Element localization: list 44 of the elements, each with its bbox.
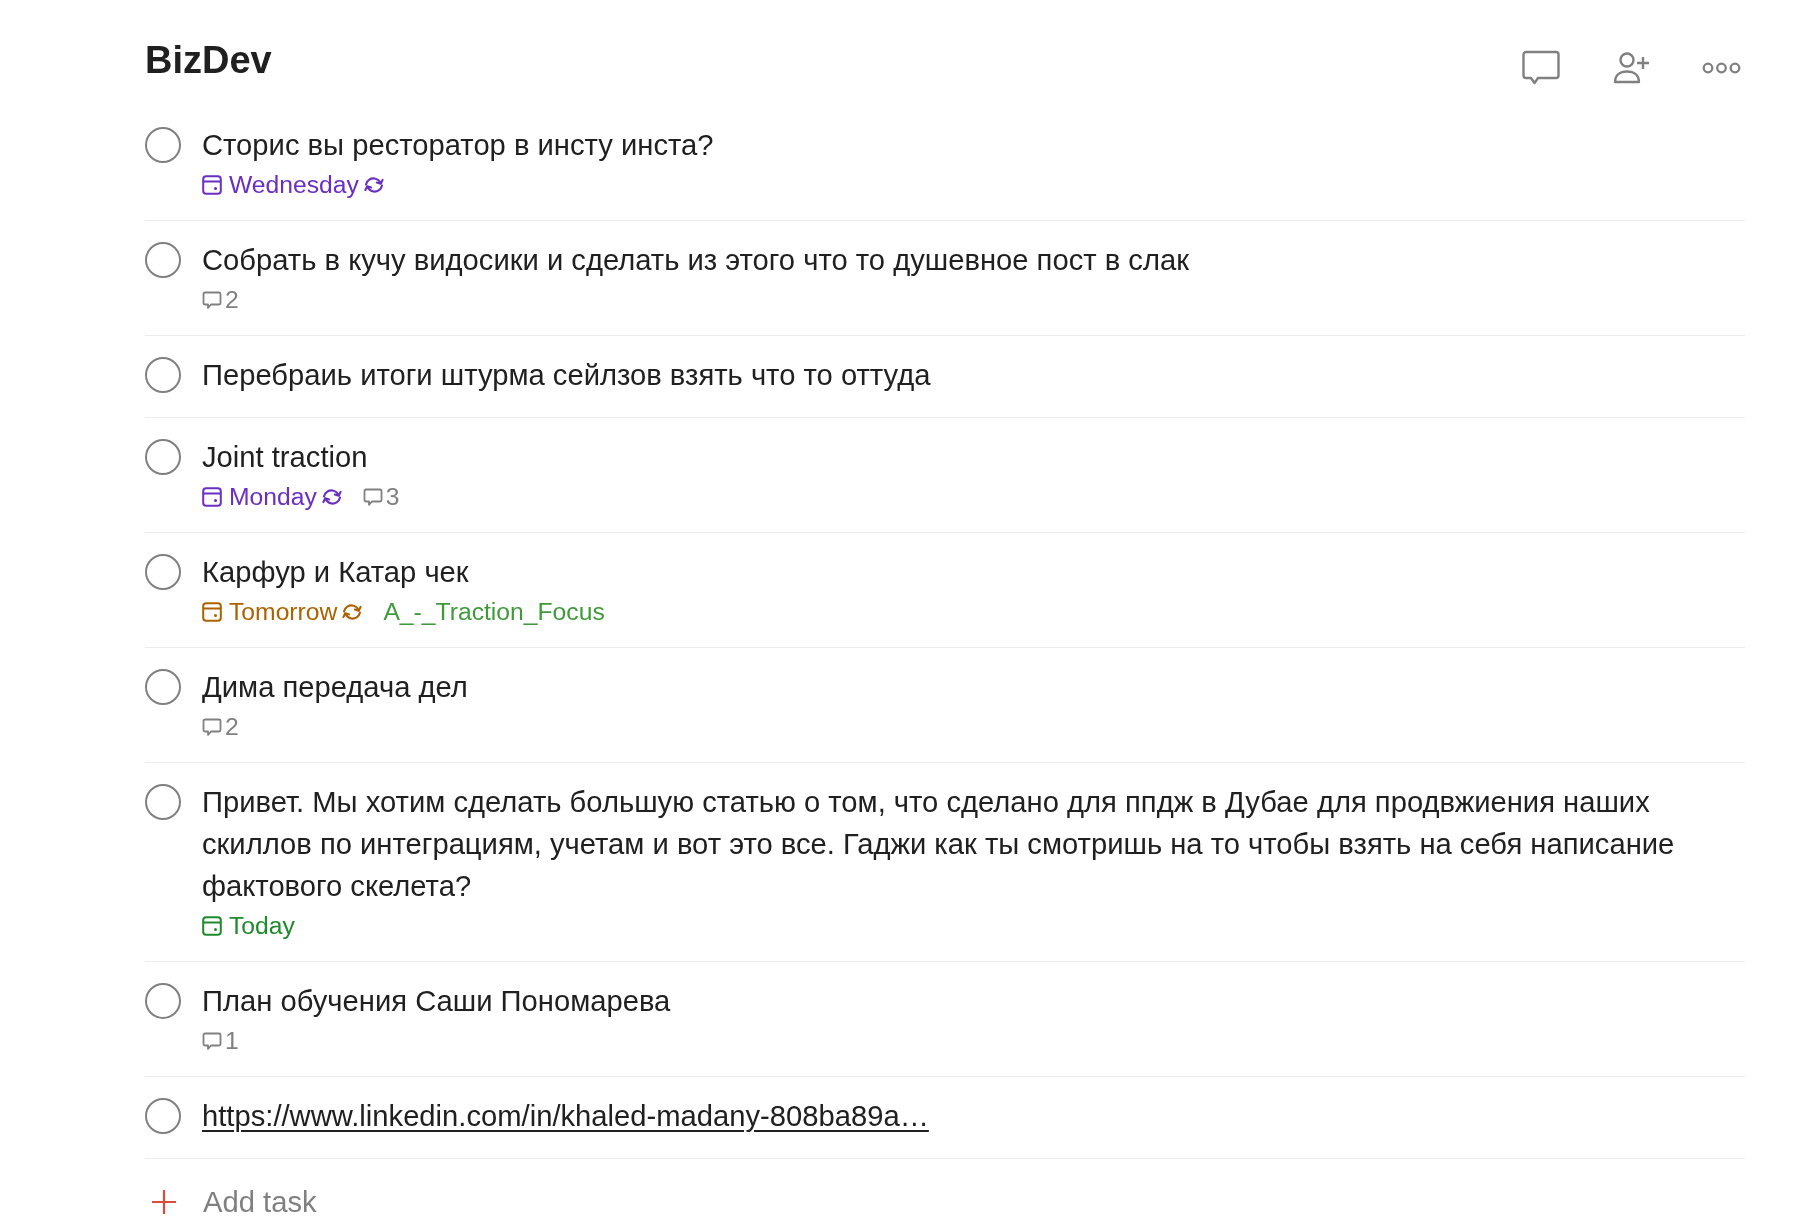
task-label[interactable]: A_-_Traction_Focus [383, 598, 605, 626]
speech-bubble-icon [202, 1031, 222, 1051]
speech-bubble-icon [202, 717, 222, 737]
task-title: Joint traction [202, 440, 369, 475]
comment-count: 2 [225, 713, 239, 741]
comment-count: 2 [225, 286, 239, 314]
more-button[interactable] [1702, 62, 1741, 74]
add-task-button[interactable]: Add task [145, 1159, 317, 1232]
calendar-icon [202, 916, 222, 936]
task-title: Перебраиь итоги штурма сейлзов взять что то оттуда [202, 358, 932, 393]
task-title: Сторис вы ресторатор в инсту инста? [202, 128, 715, 163]
task-link[interactable]: https://www.linkedin.com/in/khaled-madany-808ba89a… [202, 1095, 929, 1137]
plus-icon [151, 1189, 177, 1215]
task-title: План обучения Саши Пономарева [202, 984, 672, 1019]
share-button[interactable] [1612, 51, 1650, 85]
task-title: Привет. Мы хотим сделать большую статью о том, что сделано для ппдж в Дубае для продвжиения наших скиллов по интеграциям, учетам и вот это все. Гаджи как ты смотришь на то чтобы взять на себя написание фактового скелета? [202, 785, 1676, 904]
person-add-icon [1612, 51, 1650, 85]
task-checkbox[interactable] [145, 127, 181, 163]
comments-button[interactable] [1522, 50, 1560, 86]
calendar-icon [202, 175, 222, 195]
calendar-icon [202, 602, 222, 622]
task-checkbox[interactable] [145, 554, 181, 590]
due-date[interactable]: Wednesday [229, 171, 359, 199]
comment-count: 1 [225, 1027, 239, 1055]
task-checkbox[interactable] [145, 1098, 181, 1134]
task-checkbox[interactable] [145, 983, 181, 1019]
more-icon [1702, 62, 1741, 74]
task-title: Дима передача дел [202, 670, 469, 705]
calendar-icon [202, 487, 222, 507]
task-checkbox[interactable] [145, 439, 181, 475]
due-date[interactable]: Tomorrow [229, 598, 338, 626]
project-title: BizDev [145, 38, 272, 83]
task-title: Собрать в кучу видосики и сделать из этого что то душевное пост в слак [202, 243, 1190, 278]
comment-count: 3 [385, 483, 400, 511]
due-date[interactable]: Today [229, 912, 295, 940]
speech-bubble-icon [1522, 50, 1560, 86]
speech-bubble-icon [362, 487, 383, 507]
task-checkbox[interactable] [145, 784, 181, 820]
speech-bubble-icon [202, 290, 222, 310]
task-checkbox[interactable] [145, 242, 181, 278]
task-title: Карфур и Катар чек [202, 555, 470, 590]
task-checkbox[interactable] [145, 669, 181, 705]
due-date[interactable]: Monday [229, 483, 317, 511]
task-checkbox[interactable] [145, 357, 181, 393]
